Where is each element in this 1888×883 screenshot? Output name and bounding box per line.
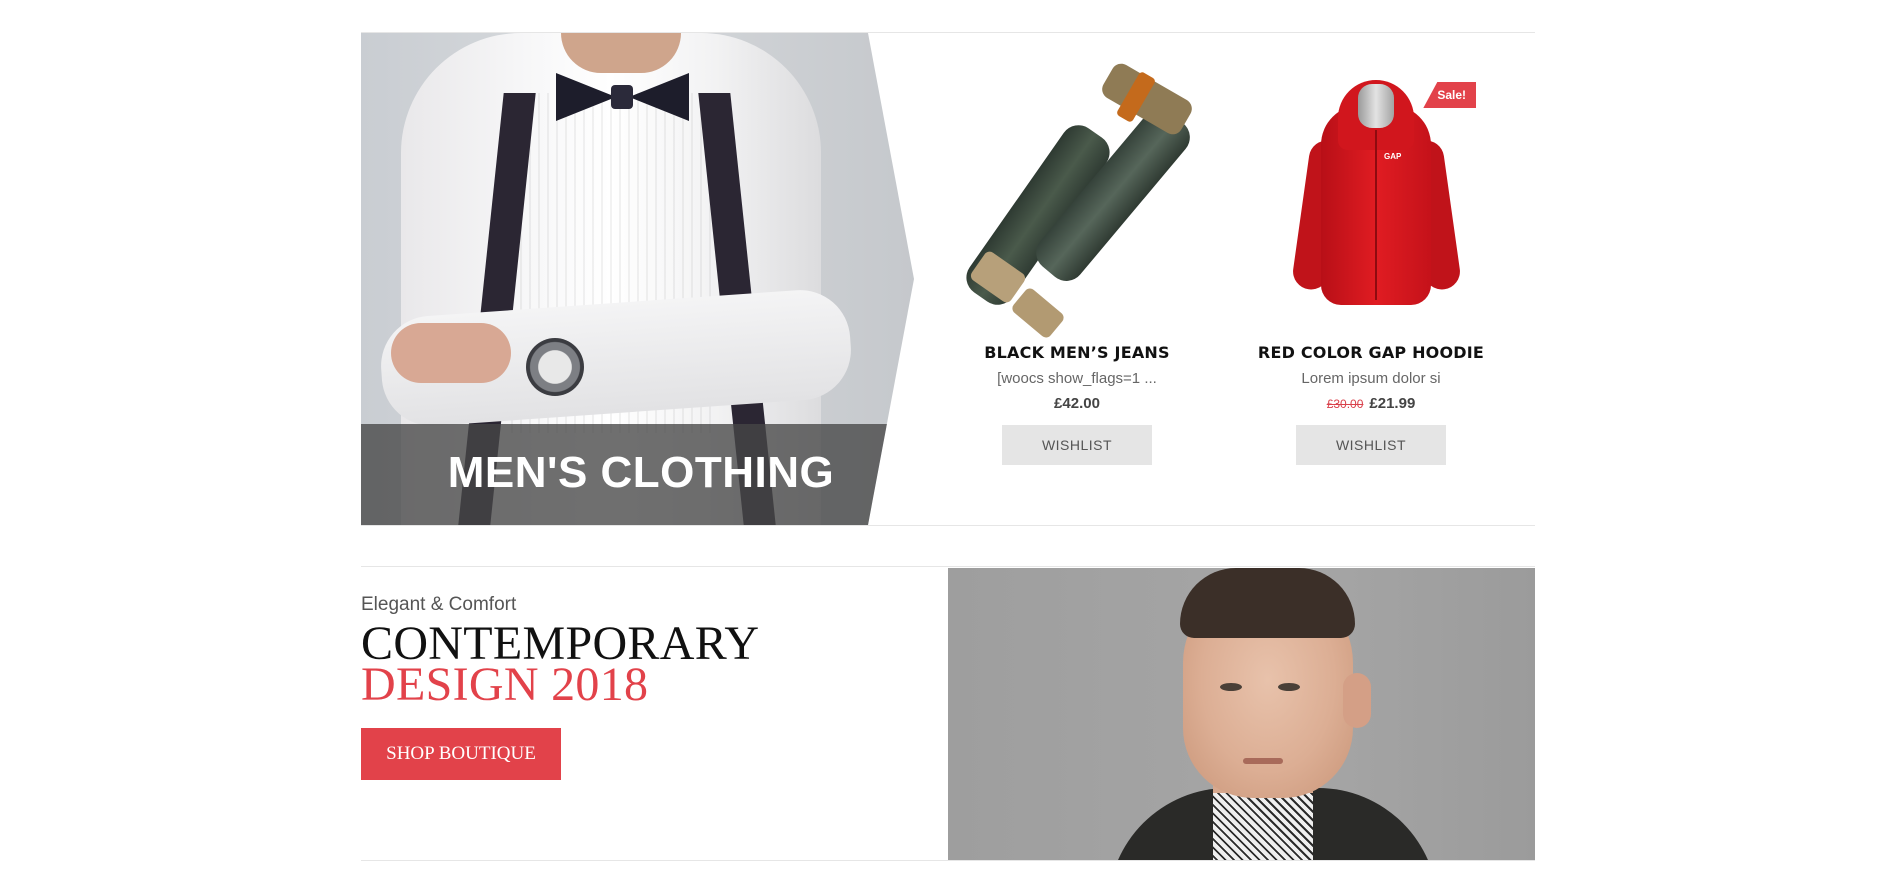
- hoodie-mannequin: [1358, 84, 1394, 128]
- product-description: [woocs show_flags=1 ...: [997, 370, 1157, 387]
- banner-title[interactable]: MEN'S CLOTHING: [361, 448, 914, 498]
- product-name[interactable]: RED COLOR GAP HOODIE: [1246, 343, 1496, 362]
- product-image-jeans[interactable]: [952, 60, 1202, 340]
- product-description: Lorem ipsum dolor si: [1301, 370, 1441, 387]
- watch-icon: [526, 338, 584, 396]
- product-sale-price: £21.99: [1369, 395, 1416, 412]
- product-price: £30.00 £21.99: [1246, 395, 1496, 412]
- product-card-jeans[interactable]: BLACK MEN’S JEANS [woocs show_flags=1 ..…: [952, 60, 1202, 465]
- product-price: £42.00: [1054, 395, 1100, 412]
- promo-model-image: [948, 568, 1535, 860]
- bottom-divider: [361, 860, 1535, 861]
- product-card-hoodie[interactable]: GAP Sale! RED COLOR GAP HOODIE Lorem ips…: [1246, 60, 1496, 465]
- promo-headline-line2: DESIGN 2018: [361, 658, 649, 711]
- product-old-price: £30.00: [1326, 397, 1364, 411]
- section-divider-1: [361, 525, 1535, 526]
- model-eye-left: [1220, 683, 1242, 691]
- promo-subtitle: Elegant & Comfort: [361, 594, 517, 615]
- top-divider: [361, 32, 1535, 33]
- product-image-hoodie[interactable]: GAP Sale!: [1246, 60, 1496, 335]
- hoodie-logo: GAP: [1384, 152, 1402, 161]
- mens-clothing-banner[interactable]: MEN'S CLOTHING: [361, 33, 914, 525]
- banner-bowtie-left: [556, 73, 616, 121]
- hoodie-zipper: [1375, 130, 1377, 300]
- model-eye-right: [1278, 683, 1300, 691]
- banner-hand: [391, 323, 511, 383]
- product-name[interactable]: BLACK MEN’S JEANS: [952, 343, 1202, 362]
- section-divider-2: [361, 566, 1535, 567]
- banner-bowtie-knot: [611, 85, 633, 109]
- model-mouth: [1243, 758, 1283, 764]
- model-shirt-collar: [1213, 793, 1313, 860]
- model-hair: [1180, 568, 1355, 638]
- wishlist-button[interactable]: WISHLIST: [1002, 425, 1152, 465]
- sale-badge: Sale!: [1423, 82, 1476, 108]
- jeans-cuff-right: [1009, 286, 1067, 340]
- wishlist-button[interactable]: WISHLIST: [1296, 425, 1446, 465]
- shop-boutique-button[interactable]: SHOP BOUTIQUE: [361, 728, 561, 780]
- banner-bowtie-right: [629, 73, 689, 121]
- model-ear: [1343, 673, 1371, 728]
